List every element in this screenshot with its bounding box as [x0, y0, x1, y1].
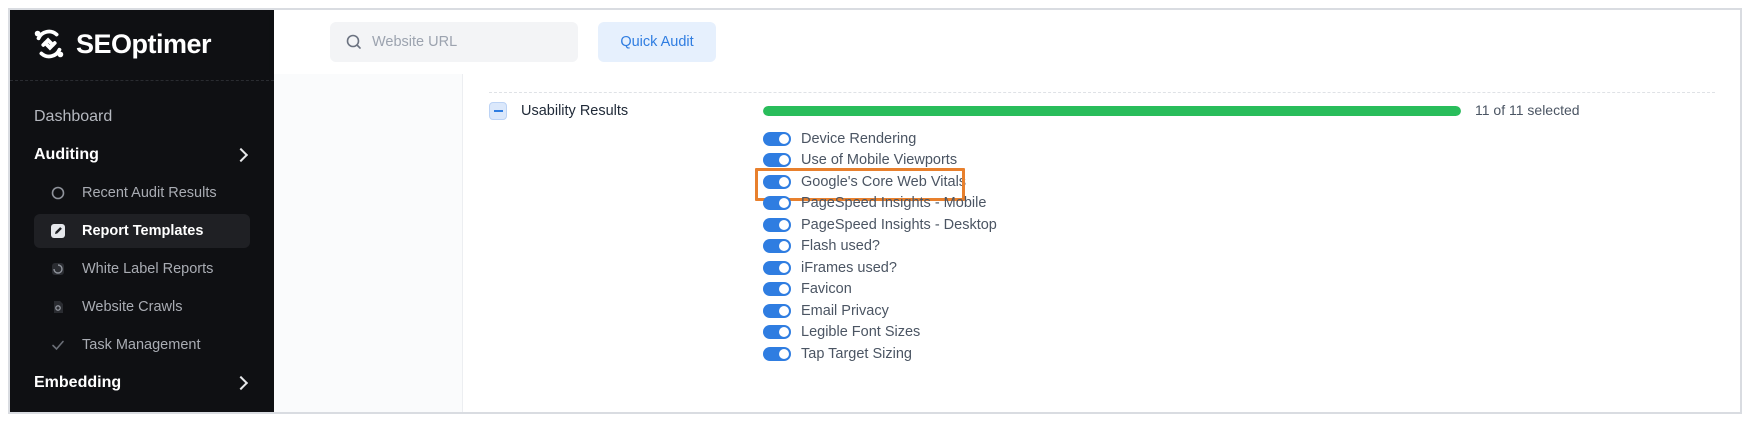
website-url-input[interactable]	[372, 34, 562, 50]
usability-section-header: Usability Results	[489, 100, 628, 122]
sidebar-item-label: Auditing	[34, 146, 99, 163]
quick-audit-button[interactable]: Quick Audit	[598, 22, 716, 62]
sidebar-item-label: Recent Audit Results	[82, 185, 217, 201]
sidebar-item-auditing[interactable]: Auditing	[10, 136, 274, 174]
section-divider	[489, 92, 1715, 93]
option-label: Tap Target Sizing	[801, 345, 912, 362]
option-row: PageSpeed Insights - Desktop	[763, 214, 997, 236]
sidebar-item-white-label-reports[interactable]: White Label Reports	[34, 252, 250, 286]
option-row: Email Privacy	[763, 300, 997, 322]
crawl-icon	[50, 299, 66, 315]
sidebar-divider	[10, 80, 274, 81]
report-template-panel: Usability Results 11 of 11 selected Devi…	[462, 74, 1740, 412]
circle-icon	[50, 185, 66, 201]
usability-options-list: Device Rendering Use of Mobile Viewports G…	[755, 128, 997, 365]
option-row: Google's Core Web Vitals	[755, 168, 997, 201]
sidebar-item-label: Task Management	[82, 337, 201, 353]
seoptimer-logo-icon	[34, 29, 64, 59]
sidebar: SEOptimer Dashboard Auditing Recent Audi…	[10, 10, 274, 412]
sidebar-item-embedding[interactable]: Embedding	[10, 364, 274, 402]
option-label: PageSpeed Insights - Desktop	[801, 216, 997, 233]
app-window: SEOptimer Dashboard Auditing Recent Audi…	[8, 8, 1742, 414]
option-row: Flash used?	[763, 236, 997, 258]
chevron-right-icon	[233, 147, 249, 163]
option-toggle[interactable]	[763, 346, 791, 361]
sidebar-item-report-templates[interactable]: Report Templates	[34, 214, 250, 248]
option-toggle[interactable]	[763, 196, 791, 211]
chevron-right-icon	[233, 375, 249, 391]
option-label: iFrames used?	[801, 259, 897, 276]
option-row: Legible Font Sizes	[763, 322, 997, 344]
option-label: Favicon	[801, 281, 852, 298]
website-url-search[interactable]	[330, 22, 578, 62]
option-row: Device Rendering	[763, 128, 997, 150]
search-icon	[346, 34, 361, 49]
option-row: Favicon	[763, 279, 997, 301]
collapse-toggle-button[interactable]	[489, 102, 507, 120]
report-icon	[50, 261, 66, 277]
sidebar-item-label: White Label Reports	[82, 261, 214, 277]
option-label: Device Rendering	[801, 130, 917, 147]
brand-logo[interactable]: SEOptimer	[30, 24, 212, 64]
brand-name: SEOptimer	[76, 28, 212, 59]
option-toggle[interactable]	[763, 153, 791, 168]
sidebar-item-website-crawls[interactable]: Website Crawls	[34, 290, 250, 324]
sidebar-item-task-management[interactable]: Task Management	[34, 328, 250, 362]
option-label: Email Privacy	[801, 302, 889, 319]
template-edit-icon	[50, 223, 66, 239]
selection-progress-fill	[763, 106, 1461, 116]
option-toggle[interactable]	[763, 131, 791, 146]
section-title: Usability Results	[521, 103, 629, 119]
sidebar-item-label: Website Crawls	[82, 299, 183, 315]
option-label: Flash used?	[801, 238, 880, 255]
check-icon	[50, 337, 66, 353]
minus-icon	[493, 110, 503, 112]
sidebar-item-recent-audit-results[interactable]: Recent Audit Results	[34, 176, 250, 210]
option-toggle[interactable]	[763, 260, 791, 275]
sidebar-item-dashboard[interactable]: Dashboard	[10, 98, 274, 136]
option-label: PageSpeed Insights - Mobile	[801, 195, 987, 212]
option-row: iFrames used?	[763, 257, 997, 279]
option-label: Google's Core Web Vitals	[801, 173, 967, 190]
sidebar-nav: Dashboard Auditing Recent Audit Results	[10, 98, 274, 402]
option-toggle[interactable]	[763, 303, 791, 318]
option-row: Tap Target Sizing	[763, 343, 997, 365]
option-label: Use of Mobile Viewports	[801, 152, 958, 169]
selection-progress-bar	[763, 106, 1461, 116]
option-toggle[interactable]	[763, 217, 791, 232]
sidebar-item-label: Embedding	[34, 374, 122, 391]
option-row: PageSpeed Insights - Mobile	[763, 193, 997, 215]
sidebar-item-label: Dashboard	[34, 108, 113, 125]
main-content: Usability Results 11 of 11 selected Devi…	[274, 74, 1740, 412]
top-bar: Quick Audit	[274, 10, 1740, 74]
option-toggle[interactable]	[763, 282, 791, 297]
selected-count: 11 of 11 selected	[1475, 102, 1580, 118]
option-toggle[interactable]	[763, 174, 791, 189]
option-toggle[interactable]	[763, 325, 791, 340]
sidebar-item-label: Report Templates	[82, 223, 204, 239]
option-toggle[interactable]	[763, 239, 791, 254]
option-label: Legible Font Sizes	[801, 324, 921, 341]
